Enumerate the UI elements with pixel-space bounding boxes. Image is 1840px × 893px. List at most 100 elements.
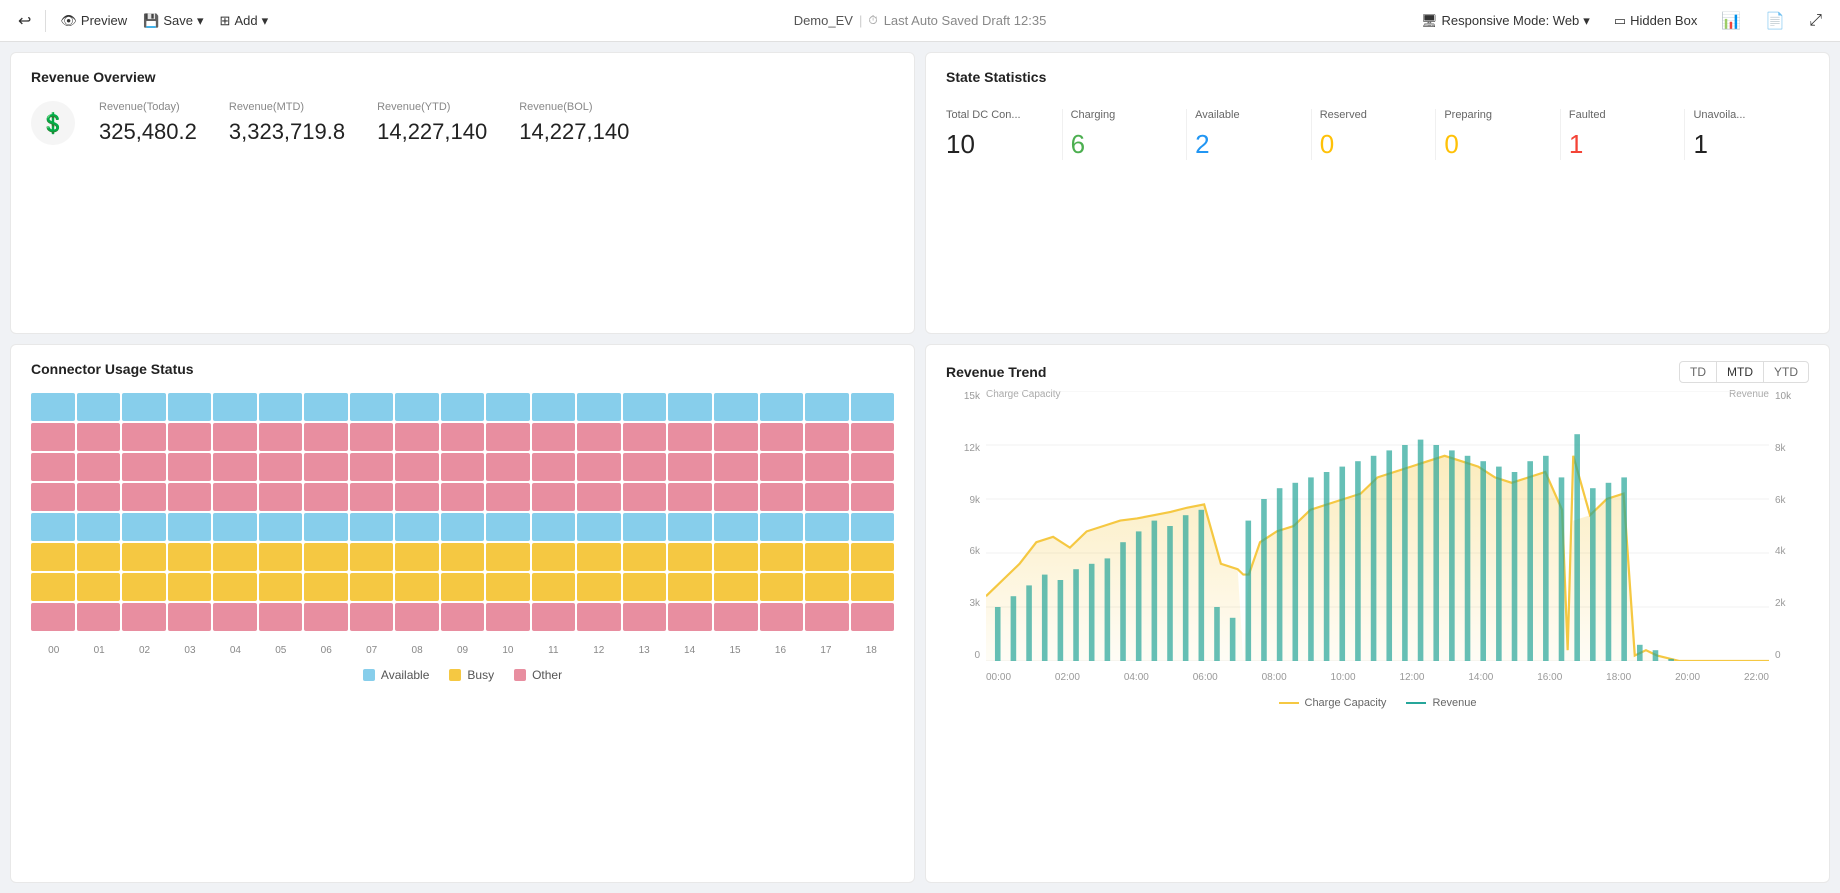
connector-cell xyxy=(168,543,212,571)
state-charging-value: 6 xyxy=(1071,129,1179,160)
expand-icon: ⤢ xyxy=(1809,12,1822,30)
connector-cell xyxy=(304,453,348,481)
state-unavailable-label: Unavoila... xyxy=(1693,109,1801,121)
connector-cell xyxy=(486,573,530,601)
connector-x-label: 14 xyxy=(667,645,712,656)
tab-ytd[interactable]: YTD xyxy=(1764,362,1808,382)
connector-cell xyxy=(623,483,667,511)
state-total-label: Total DC Con... xyxy=(946,109,1054,121)
state-faulted-value: 1 xyxy=(1569,129,1677,160)
legend-busy-label: Busy xyxy=(467,668,494,682)
connector-cell xyxy=(805,393,849,421)
connector-cell xyxy=(350,423,394,451)
connector-cell xyxy=(304,423,348,451)
tab-td[interactable]: TD xyxy=(1680,362,1717,382)
revenue-overview-card: Revenue Overview 💲 Revenue(Today) 325,48… xyxy=(10,52,915,334)
connector-cell xyxy=(395,603,439,631)
connector-cell xyxy=(122,543,166,571)
add-button[interactable]: ⊞ Add ▾ xyxy=(214,9,275,33)
connector-cell xyxy=(577,573,621,601)
connector-cell xyxy=(623,603,667,631)
x-label-0: 00:00 xyxy=(986,672,1011,683)
connector-cell xyxy=(532,603,576,631)
chart-icon-button[interactable]: 📊 xyxy=(1715,7,1747,35)
connector-cell xyxy=(77,483,121,511)
connector-cell xyxy=(350,393,394,421)
connector-cell xyxy=(395,543,439,571)
connector-cell xyxy=(532,573,576,601)
legend-available: Available xyxy=(363,668,429,682)
connector-x-label: 17 xyxy=(803,645,848,656)
connector-cell xyxy=(532,423,576,451)
state-item-unavailable: Unavoila... 1 xyxy=(1685,109,1809,160)
connector-cell xyxy=(168,423,212,451)
connector-cell xyxy=(805,453,849,481)
tab-mtd[interactable]: MTD xyxy=(1717,362,1764,382)
connector-cell xyxy=(623,513,667,541)
connector-cell xyxy=(760,423,804,451)
connector-cell xyxy=(851,513,895,541)
y-left-2: 9k xyxy=(965,495,984,506)
file-icon-button[interactable]: 📄 xyxy=(1759,7,1791,35)
connector-cell xyxy=(760,573,804,601)
connector-cell xyxy=(304,543,348,571)
connector-cell xyxy=(532,393,576,421)
y-right-0: 10k xyxy=(1771,391,1795,402)
chart-y-left: 15k 12k 9k 6k 3k 0 xyxy=(946,391,984,661)
trend-legend-capacity: Charge Capacity xyxy=(1279,697,1387,709)
saved-label: Last Auto Saved Draft 12:35 xyxy=(884,13,1047,28)
state-unavailable-value: 1 xyxy=(1693,129,1801,160)
connector-usage-title: Connector Usage Status xyxy=(31,361,894,377)
connector-cell xyxy=(122,603,166,631)
connector-cell xyxy=(77,513,121,541)
connector-cell xyxy=(714,573,758,601)
hidden-box-button[interactable]: ▭ Hidden Box xyxy=(1608,9,1704,33)
connector-cell xyxy=(623,573,667,601)
legend-other: Other xyxy=(514,668,562,682)
connector-cell xyxy=(395,483,439,511)
connector-cell xyxy=(714,483,758,511)
legend-other-dot xyxy=(514,669,526,681)
chart-x-axis: 00:00 02:00 04:00 06:00 08:00 10:00 12:0… xyxy=(986,663,1769,691)
save-button[interactable]: 💾 Save ▾ xyxy=(137,9,209,33)
preview-button[interactable]: 👁 Preview xyxy=(54,9,133,33)
back-button[interactable]: ↩ xyxy=(12,7,37,35)
connector-x-label: 07 xyxy=(349,645,394,656)
connector-cell xyxy=(31,453,75,481)
connector-cell xyxy=(31,603,75,631)
revenue-trend-card: Revenue Trend TD MTD YTD Charge Capacity… xyxy=(925,344,1830,883)
connector-cell xyxy=(31,513,75,541)
connector-cell xyxy=(668,573,712,601)
connector-cell xyxy=(760,483,804,511)
connector-x-label: 01 xyxy=(76,645,121,656)
connector-x-label: 02 xyxy=(122,645,167,656)
add-icon: ⊞ xyxy=(220,13,231,29)
connector-cell xyxy=(805,483,849,511)
connector-row xyxy=(31,393,894,421)
connector-cell xyxy=(350,603,394,631)
connector-cell xyxy=(259,483,303,511)
expand-icon-button[interactable]: ⤢ xyxy=(1803,8,1828,34)
legend-busy: Busy xyxy=(449,668,494,682)
eye-icon: 👁 xyxy=(60,13,77,29)
connector-cell xyxy=(623,543,667,571)
responsive-mode-button[interactable]: 🖥 Responsive Mode: Web ▾ xyxy=(1415,9,1596,33)
state-preparing-value: 0 xyxy=(1444,129,1552,160)
connector-cell xyxy=(259,603,303,631)
chart-svg xyxy=(986,391,1769,661)
connector-cell xyxy=(213,603,257,631)
hidden-box-label: Hidden Box xyxy=(1630,13,1697,28)
connector-cell xyxy=(350,453,394,481)
connector-x-axis: 00010203040506070809101112131415161718 xyxy=(31,641,894,660)
connector-cell xyxy=(760,513,804,541)
state-item-preparing: Preparing 0 xyxy=(1436,109,1561,160)
metric-mtd-value: 3,323,719.8 xyxy=(229,119,345,145)
connector-cell xyxy=(259,543,303,571)
connector-cell xyxy=(851,603,895,631)
back-icon: ↩ xyxy=(18,11,31,31)
connector-cell xyxy=(577,423,621,451)
connector-cell xyxy=(668,603,712,631)
responsive-dropdown-icon: ▾ xyxy=(1583,13,1590,29)
connector-cell xyxy=(668,393,712,421)
connector-cell xyxy=(77,543,121,571)
